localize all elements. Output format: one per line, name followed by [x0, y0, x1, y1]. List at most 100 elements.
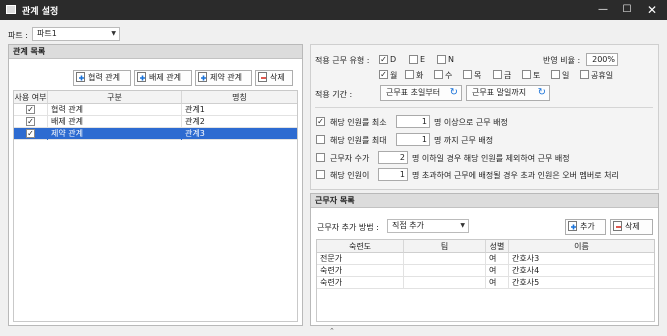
column-header[interactable]: 구분: [48, 91, 182, 104]
duty-e-checkbox[interactable]: [409, 55, 418, 64]
divider: [315, 107, 653, 108]
splitter-handle[interactable]: ⌃: [329, 327, 335, 335]
name-cell: 관계3: [185, 129, 205, 138]
day-mon-checkbox[interactable]: ✓: [379, 70, 388, 79]
duty-d-checkbox[interactable]: ✓: [379, 55, 388, 64]
table-row[interactable]: 숙련가 여 간호사4: [317, 265, 654, 277]
refresh-icon: ↻: [537, 87, 546, 98]
add-icon: [568, 220, 578, 231]
rule-max-checkbox[interactable]: [316, 135, 325, 144]
delete-relation-button[interactable]: 삭제: [255, 70, 293, 86]
column-header[interactable]: 명칭: [182, 91, 297, 104]
close-button[interactable]: ✕: [641, 2, 663, 18]
name-cell: 간호사5: [512, 278, 540, 287]
rule-min-checkbox[interactable]: ✓: [316, 117, 325, 126]
rule-exclude-input[interactable]: 2: [378, 151, 408, 164]
add-icon: [76, 71, 86, 82]
chevron-down-icon: ▼: [460, 222, 465, 229]
day-thu-label: 목: [474, 71, 482, 80]
day-sat-checkbox[interactable]: [522, 70, 531, 79]
app-icon: [6, 5, 16, 14]
relation-panel-title: 관계 목록: [9, 45, 302, 59]
add-cooperate-button[interactable]: 협력 관계: [73, 70, 131, 86]
table-row[interactable]: ✓ 협력 관계 관계1: [14, 104, 297, 116]
refresh-icon: ↻: [449, 87, 458, 98]
add-exclude-button[interactable]: 배제 관계: [134, 70, 192, 86]
name-cell: 간호사3: [512, 254, 540, 263]
gender-cell: 여: [486, 265, 509, 277]
skill-cell: 전문가: [317, 253, 404, 265]
title-bar: 관계 설정 — ☐ ✕: [0, 0, 667, 20]
day-thu-checkbox[interactable]: [463, 70, 472, 79]
delete-worker-button[interactable]: 삭제: [610, 219, 653, 235]
use-checkbox[interactable]: ✓: [26, 129, 35, 138]
day-holiday-checkbox[interactable]: [580, 70, 589, 79]
gender-cell: 여: [486, 253, 509, 265]
column-header[interactable]: 성별: [486, 240, 509, 253]
minimize-button[interactable]: —: [592, 2, 614, 18]
day-mon-label: 월: [390, 71, 398, 80]
day-sat-label: 토: [533, 71, 541, 80]
type-cell: 제약 관계: [48, 128, 182, 140]
day-wed-checkbox[interactable]: [434, 70, 443, 79]
type-cell: 협력 관계: [48, 104, 182, 116]
team-cell: [404, 277, 486, 289]
part-select[interactable]: 파트1 ▼: [32, 27, 120, 41]
method-value: 직접 추가: [392, 221, 424, 230]
duty-n-label: N: [448, 55, 454, 64]
rule-exclude-checkbox[interactable]: [316, 153, 325, 162]
name-cell: 관계2: [185, 117, 205, 126]
rule-min-input[interactable]: 1: [396, 115, 430, 128]
team-cell: [404, 265, 486, 277]
rule-over-input[interactable]: 1: [378, 168, 408, 181]
column-header[interactable]: 사용 여부: [14, 91, 48, 104]
period-start-button[interactable]: 근무표 초일부터 ↻: [380, 85, 462, 101]
rule-exclude-pre: 근무자 수가: [330, 154, 370, 163]
day-fri-checkbox[interactable]: [493, 70, 502, 79]
window-title: 관계 설정: [22, 7, 59, 17]
day-fri-label: 금: [504, 71, 512, 80]
day-sun-checkbox[interactable]: [551, 70, 560, 79]
workers-panel: 근무자 목록 근무자 추가 방법 : 직접 추가 ▼ 추가 삭제 숙련도 팀 성…: [310, 193, 659, 326]
rule-max-input[interactable]: 1: [396, 133, 430, 146]
column-header[interactable]: 숙련도: [317, 240, 404, 253]
table-row[interactable]: ✓ 배제 관계 관계2: [14, 116, 297, 128]
add-worker-button[interactable]: 추가: [565, 219, 606, 235]
rule-min-post: 명 이상으로 근무 배정: [434, 118, 508, 127]
use-checkbox[interactable]: ✓: [26, 117, 35, 126]
add-restrict-button[interactable]: 제약 관계: [195, 70, 252, 86]
relation-table: 사용 여부 구분 명칭 ✓ 협력 관계 관계1 ✓ 배제 관계 관계2 ✓ 제약…: [13, 90, 298, 322]
day-holiday-label: 공휴일: [591, 71, 614, 80]
add-icon: [137, 71, 147, 82]
skill-cell: 숙련가: [317, 277, 404, 289]
period-end-button[interactable]: 근무표 말일까지 ↻: [466, 85, 550, 101]
day-tue-checkbox[interactable]: [405, 70, 414, 79]
period-label: 적용 기간 :: [315, 90, 353, 99]
rule-exclude-post: 명 이하일 경우 해당 인원를 제외하여 근무 배정: [412, 154, 570, 163]
chevron-down-icon: ▼: [111, 30, 116, 37]
duty-d-label: D: [390, 55, 397, 64]
table-row-selected[interactable]: ✓ 제약 관계 관계3: [14, 128, 297, 140]
use-checkbox[interactable]: ✓: [26, 105, 35, 114]
ratio-input[interactable]: 200%: [586, 53, 618, 66]
method-label: 근무자 추가 방법 :: [317, 223, 379, 232]
duty-n-checkbox[interactable]: [437, 55, 446, 64]
rule-min-pre: 해당 인원를 최소: [330, 118, 387, 127]
column-header[interactable]: 팀: [404, 240, 486, 253]
delete-icon: [258, 71, 268, 82]
rule-over-checkbox[interactable]: [316, 170, 325, 179]
rule-over-post: 명 초과하여 근무에 배정될 경우 초과 인원은 오버 멤버로 처리: [412, 171, 619, 180]
maximize-button[interactable]: ☐: [616, 2, 638, 18]
team-cell: [404, 253, 486, 265]
table-row[interactable]: 전문가 여 간호사3: [317, 253, 654, 265]
duty-type-label: 적용 근무 유형 :: [315, 56, 370, 65]
column-header[interactable]: 이름: [509, 240, 654, 253]
table-row[interactable]: 숙련가 여 간호사5: [317, 277, 654, 289]
part-value: 파트1: [37, 29, 57, 38]
type-cell: 배제 관계: [48, 116, 182, 128]
day-tue-label: 화: [416, 71, 424, 80]
day-sun-label: 일: [562, 71, 570, 80]
relation-panel: 관계 목록 협력 관계 배제 관계 제약 관계 삭제 사용 여부 구분 명칭 ✓…: [8, 44, 303, 326]
rule-max-pre: 해당 인원를 최대: [330, 136, 387, 145]
method-select[interactable]: 직접 추가 ▼: [387, 219, 469, 233]
